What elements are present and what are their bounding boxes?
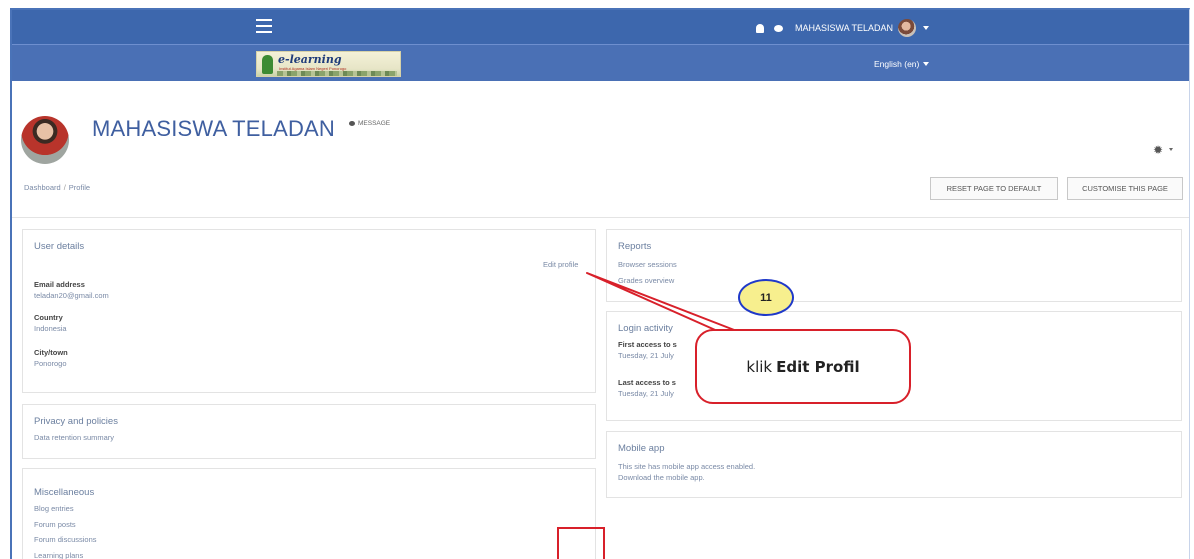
last-access-value: Tuesday, 21 July	[618, 389, 674, 398]
learning-plans-link[interactable]: Learning plans	[34, 551, 83, 559]
browser-frame: MAHASISWA TELADAN e-learning Institut Ag…	[10, 8, 1190, 559]
breadcrumb-dashboard[interactable]: Dashboard	[24, 183, 61, 192]
first-access-label: First access to s	[618, 340, 677, 349]
gear-icon[interactable]: ✹	[1153, 143, 1163, 157]
blog-entries-link[interactable]: Blog entries	[34, 504, 74, 513]
data-retention-link[interactable]: Data retention summary	[34, 433, 114, 442]
city-value: Ponorogo	[34, 359, 67, 368]
message-label[interactable]: MESSAGE	[358, 120, 390, 127]
user-menu[interactable]: MAHASISWA TELADAN	[756, 19, 930, 37]
edit-profile-link[interactable]: Edit profile	[543, 260, 578, 269]
mobile-app-card: Mobile app This site has mobile app acce…	[606, 431, 1182, 498]
page-title: MAHASISWA TELADAN	[92, 116, 336, 141]
user-avatar[interactable]	[898, 19, 917, 37]
bell-icon[interactable]	[756, 23, 764, 33]
language-menu[interactable]: English (en)	[874, 59, 930, 69]
privacy-title: Privacy and policies	[34, 416, 118, 427]
breadcrumb-separator: /	[63, 183, 66, 192]
misc-card: Miscellaneous Blog entries Forum posts F…	[22, 468, 596, 559]
site-logo[interactable]: e-learning Institut Agama Islam Negeri P…	[256, 51, 401, 77]
reports-title: Reports	[618, 241, 652, 252]
top-navbar: MAHASISWA TELADAN	[12, 10, 1189, 44]
logo-title: e-learning	[278, 53, 342, 66]
brand-bar: e-learning Institut Agama Islam Negeri P…	[12, 44, 1189, 81]
breadcrumb-profile: Profile	[68, 183, 91, 192]
country-label: Country	[34, 313, 63, 322]
user-details-card: User details Edit profile Email address …	[22, 229, 596, 393]
chevron-down-icon[interactable]	[923, 26, 930, 30]
country-value: Indonesia	[34, 324, 67, 333]
city-label: City/town	[34, 348, 68, 357]
download-app-link[interactable]: Download the mobile app.	[618, 473, 705, 482]
page-header: MAHASISWA TELADAN MESSAGE ✹ Dashboard / Pr…	[12, 98, 1189, 218]
customise-page-button[interactable]: CUSTOMISE THIS PAGE	[1067, 177, 1183, 200]
forum-posts-link[interactable]: Forum posts	[34, 520, 76, 529]
chat-icon	[349, 121, 355, 126]
forum-discussions-link[interactable]: Forum discussions	[34, 535, 97, 544]
email-label: Email address	[34, 280, 85, 289]
chevron-down-icon[interactable]	[1169, 148, 1173, 151]
mobile-app-title: Mobile app	[618, 443, 665, 454]
chevron-down-icon[interactable]	[923, 62, 930, 66]
login-activity-title: Login activity	[618, 323, 673, 334]
highlight-rectangle	[557, 527, 605, 559]
email-value[interactable]: teladan20@gmail.com	[34, 291, 109, 300]
first-access-value: Tuesday, 21 July	[618, 351, 674, 360]
privacy-card: Privacy and policies Data retention summ…	[22, 404, 596, 459]
hamburger-icon[interactable]	[256, 19, 272, 33]
chat-icon[interactable]	[774, 24, 783, 32]
reset-page-button[interactable]: RESET PAGE TO DEFAULT	[930, 177, 1058, 200]
grades-overview-link[interactable]: Grades overview	[618, 276, 674, 285]
callout-bold-text: Edit Profil	[776, 357, 860, 376]
breadcrumb: Dashboard / Profile	[24, 183, 90, 192]
last-access-label: Last access to s	[618, 378, 676, 387]
reports-card: Reports Browser sessions Grades overview	[606, 229, 1182, 302]
message-button[interactable]: MESSAGE	[349, 120, 390, 127]
callout-instruction: klik Edit Profil	[695, 329, 911, 404]
browser-sessions-link[interactable]: Browser sessions	[618, 260, 677, 269]
profile-picture	[21, 116, 69, 164]
logo-emblem-icon	[262, 55, 273, 74]
callout-prefix: klik	[746, 357, 773, 376]
step-number-badge: 11	[738, 279, 794, 316]
misc-title: Miscellaneous	[34, 487, 95, 498]
logo-strip	[277, 71, 397, 76]
mobile-app-text: This site has mobile app access enabled.	[618, 462, 756, 471]
user-details-title: User details	[34, 241, 85, 252]
language-label[interactable]: English (en)	[874, 59, 919, 69]
user-menu-name[interactable]: MAHASISWA TELADAN	[795, 23, 893, 33]
